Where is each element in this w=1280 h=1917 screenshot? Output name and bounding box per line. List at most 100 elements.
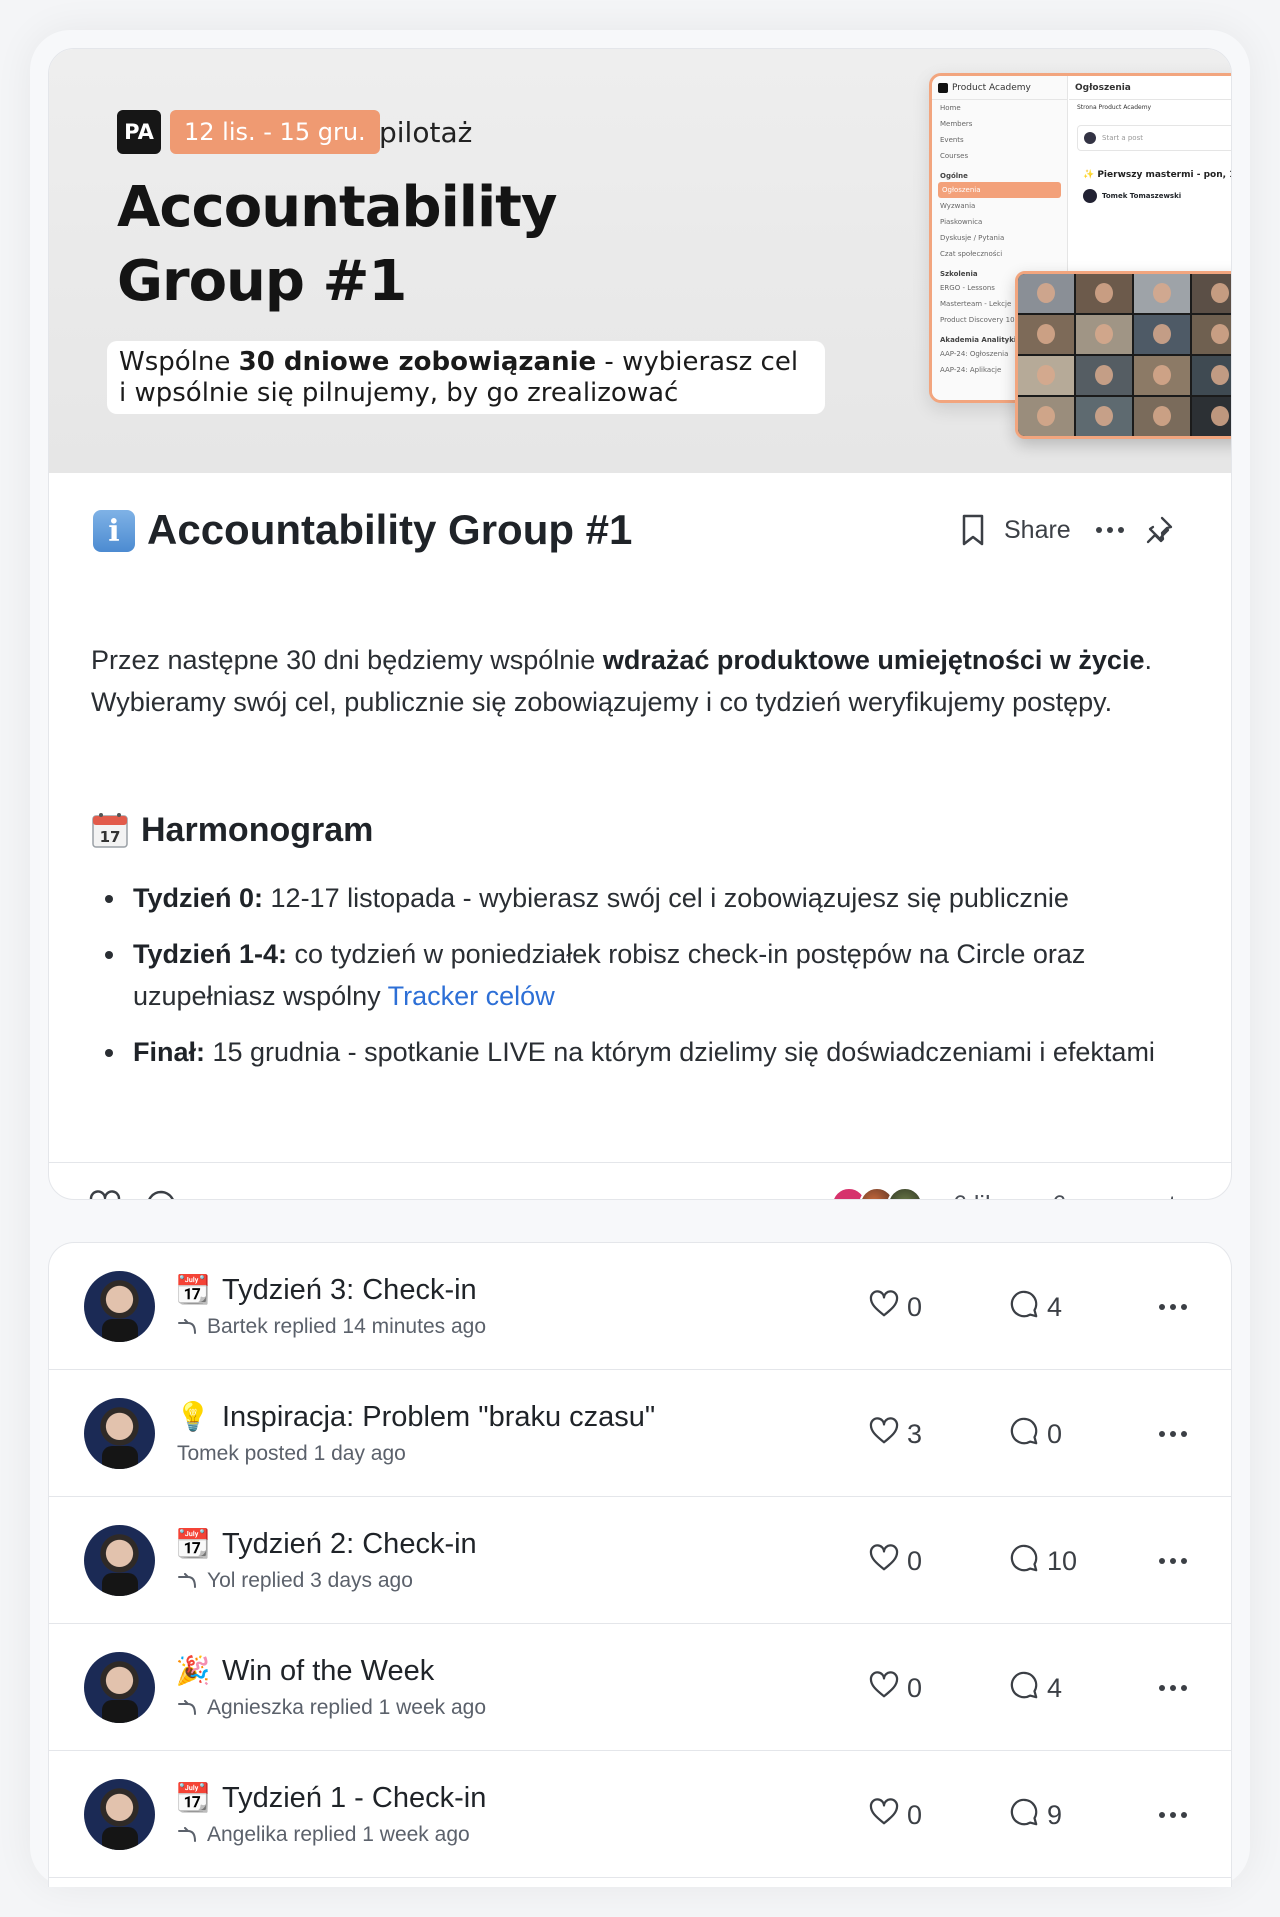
thread-meta: Bartek replied 14 minutes ago (177, 1313, 486, 1341)
video-participant (1192, 315, 1231, 354)
heart-icon (869, 1797, 899, 1833)
thread-row[interactable]: 🎉 Win of the Week Agnieszka replied 1 week… (49, 1624, 1231, 1751)
mockup-logo-icon (938, 82, 948, 93)
thread-meta: Agnieszka replied 1 week ago (177, 1694, 486, 1722)
hero-subtitle: Wspólne 30 dniowe zobowiązanie - wybiera… (107, 341, 825, 414)
thread-comment-count: 9 (1047, 1799, 1063, 1830)
mockup-nav-item: Members (940, 120, 973, 128)
heart-icon[interactable] (85, 1185, 125, 1199)
likers-avatars[interactable]: KI (831, 1187, 923, 1199)
thread-comment-button[interactable]: 10 (1009, 1541, 1077, 1581)
bookmark-icon[interactable] (958, 510, 988, 550)
thread-row[interactable]: 📆 Tydzień 2: Check-in Yol replied 3 days a… (49, 1497, 1231, 1624)
thread-like-count: 0 (907, 1545, 923, 1576)
schedule-item: Tydzień 1-4: co tydzień w poniedziałek r… (91, 933, 1211, 1017)
schedule-item: Finał: 15 grudnia - spotkanie LIVE na kt… (91, 1031, 1211, 1073)
avatar[interactable] (84, 1271, 155, 1342)
intro-pre: Przez następne 30 dni będziemy wspólnie (91, 645, 603, 675)
thread-comment-button[interactable]: 4 (1009, 1287, 1062, 1327)
mockup-section-title: Ogólne (940, 172, 968, 180)
more-options-icon[interactable] (1153, 1287, 1193, 1327)
calendar-icon: 17 (91, 811, 129, 849)
more-options-icon[interactable] (1153, 1668, 1193, 1708)
thread-like-count: 0 (907, 1799, 923, 1830)
mockup-channel: Dyskusje / Pytania (940, 234, 1005, 242)
thread-title[interactable]: Tydzień 3: Check-in (222, 1271, 477, 1309)
video-participant (1192, 397, 1231, 436)
reply-arrow-icon (177, 1699, 199, 1717)
thread-comment-button[interactable]: 4 (1009, 1668, 1062, 1708)
thread-like-count: 0 (907, 1672, 923, 1703)
pilot-label: pilotaż (379, 115, 473, 149)
tracker-link[interactable]: Tracker celów (388, 981, 555, 1011)
thread-title[interactable]: Win of the Week (222, 1652, 434, 1690)
avatar[interactable] (84, 1398, 155, 1469)
thread-like-count: 3 (907, 1418, 923, 1449)
thread-comment-button[interactable]: 0 (1009, 1414, 1062, 1454)
thread-row[interactable]: 📆 Tydzień 3: Check-in Bartek replied 14 mi… (49, 1243, 1231, 1370)
heart-icon (869, 1289, 899, 1325)
post-footer: KI 6 likes · 6 comments (49, 1163, 1231, 1200)
reply-arrow-icon (177, 1826, 199, 1844)
thread-like-count: 0 (907, 1291, 923, 1322)
thread-emoji-icon: 📆 (175, 1272, 211, 1306)
more-options-icon[interactable] (1093, 510, 1127, 550)
post-actions: Share (958, 507, 1177, 553)
video-participant (1134, 397, 1190, 436)
hero-banner: PA 12 lis. - 15 gru. pilotaż Accountabil… (49, 49, 1231, 473)
thread-like-button[interactable]: 0 (869, 1668, 922, 1708)
more-options-icon[interactable] (1153, 1541, 1193, 1581)
date-range-badge: 12 lis. - 15 gru. (170, 110, 380, 154)
avatar[interactable] (84, 1779, 155, 1850)
pin-icon[interactable] (1141, 510, 1177, 550)
video-participant (1192, 356, 1231, 395)
thread-emoji-icon: 🎉 (175, 1653, 211, 1687)
thread-meta-text: Yol replied 3 days ago (207, 1569, 413, 1592)
thread-row[interactable]: 📆 Tydzień 1 - Check-in Angelika replied 1 … (49, 1751, 1231, 1878)
thread-title[interactable]: Tydzień 1 - Check-in (222, 1779, 486, 1817)
thread-comment-count: 4 (1047, 1672, 1063, 1703)
avatar[interactable] (84, 1525, 155, 1596)
thread-like-button[interactable]: 0 (869, 1541, 922, 1581)
video-participant (1134, 315, 1190, 354)
reply-arrow-icon (177, 1572, 199, 1590)
mockup-breadcrumb: Strona Product Academy (1077, 104, 1152, 111)
comment-icon (1009, 1289, 1039, 1326)
mockup-channel: Czat społeczności (940, 250, 1003, 258)
thread-comment-button[interactable]: 9 (1009, 1795, 1062, 1835)
more-options-icon[interactable] (1153, 1414, 1193, 1454)
schedule-heading: 17 Harmonogram (91, 807, 373, 853)
video-call-thumbnail (1015, 271, 1231, 439)
schedule-heading-text: Harmonogram (141, 810, 374, 849)
comments-count[interactable]: 6 comments (1052, 1191, 1188, 1200)
info-icon: i (93, 510, 135, 552)
hero-title: Accountability Group #1 (117, 171, 637, 319)
thread-like-button[interactable]: 0 (869, 1287, 922, 1327)
comment-icon (1009, 1670, 1039, 1707)
video-participant (1018, 274, 1074, 313)
avatar[interactable] (84, 1652, 155, 1723)
thread-meta-text: Bartek replied 14 minutes ago (207, 1315, 486, 1338)
stats-separator: · (1034, 1191, 1042, 1200)
thread-title[interactable]: Inspiracja: Problem "braku czasu" (222, 1398, 655, 1436)
thread-meta-text: Agnieszka replied 1 week ago (207, 1696, 487, 1719)
thread-emoji-icon: 💡 (175, 1399, 211, 1433)
heart-icon (869, 1670, 899, 1706)
video-participant (1192, 274, 1231, 313)
comment-icon[interactable] (141, 1185, 181, 1199)
svg-text:17: 17 (100, 828, 121, 846)
mockup-community-header: Product Academy (932, 76, 1067, 100)
thread-row[interactable]: 💡 Inspiracja: Problem "braku czasu" Tomek … (49, 1370, 1231, 1497)
thread-meta: Tomek posted 1 day ago (177, 1440, 406, 1468)
mockup-channel: Wyzwania (940, 202, 976, 210)
likes-count[interactable]: 6 likes (953, 1191, 1024, 1200)
thread-like-button[interactable]: 0 (869, 1795, 922, 1835)
more-options-icon[interactable] (1153, 1795, 1193, 1835)
share-button[interactable]: Share (1004, 516, 1071, 545)
thread-like-button[interactable]: 3 (869, 1414, 922, 1454)
video-participant (1076, 397, 1132, 436)
video-participant (1134, 356, 1190, 395)
thread-title[interactable]: Tydzień 2: Check-in (222, 1525, 477, 1563)
hero-subtitle-pre: Wspólne (119, 347, 239, 377)
avatar (887, 1187, 923, 1199)
